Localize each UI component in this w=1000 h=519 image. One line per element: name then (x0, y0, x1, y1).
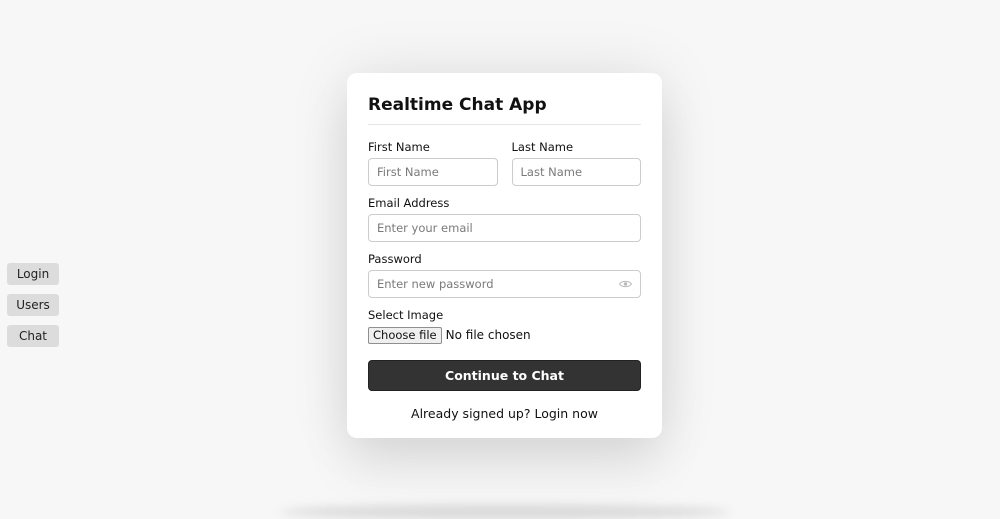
password-wrapper (368, 270, 641, 298)
first-name-group: First Name (368, 140, 498, 186)
email-group: Email Address (368, 196, 641, 242)
nav-users-button[interactable]: Users (7, 294, 59, 316)
choose-file-button[interactable]: Choose file (368, 326, 442, 344)
login-now-link[interactable]: Login now (534, 406, 598, 421)
file-picker: Choose file No file chosen (368, 326, 641, 344)
first-name-input[interactable] (368, 158, 498, 186)
login-prompt-text: Already signed up? (411, 406, 531, 421)
title-divider (368, 124, 641, 125)
first-name-label: First Name (368, 140, 430, 154)
nav-chat-button[interactable]: Chat (7, 325, 59, 347)
side-nav: Login Users Chat (7, 263, 59, 347)
first-name-wrapper (368, 158, 498, 186)
password-label: Password (368, 252, 422, 266)
password-input[interactable] (368, 270, 641, 298)
continue-to-chat-button[interactable]: Continue to Chat (368, 360, 641, 391)
page-title: Realtime Chat App (368, 95, 547, 115)
last-name-group: Last Name (511, 140, 641, 186)
image-group: Select Image Choose file No file chosen (368, 308, 641, 344)
image-label: Select Image (368, 308, 444, 322)
password-group: Password (368, 252, 641, 298)
login-prompt: Already signed up? Login now (368, 406, 641, 421)
signup-card: Realtime Chat App First Name Last Name E… (347, 73, 662, 438)
email-label: Email Address (368, 196, 450, 210)
file-status: No file chosen (445, 328, 531, 342)
nav-login-button[interactable]: Login (7, 263, 59, 285)
email-wrapper (368, 214, 641, 242)
eye-icon[interactable] (619, 279, 632, 289)
name-row: First Name Last Name (368, 140, 641, 186)
bottom-shadow (280, 505, 730, 519)
last-name-label: Last Name (511, 140, 574, 154)
last-name-wrapper (511, 158, 641, 186)
email-input[interactable] (368, 214, 641, 242)
last-name-input[interactable] (511, 158, 641, 186)
